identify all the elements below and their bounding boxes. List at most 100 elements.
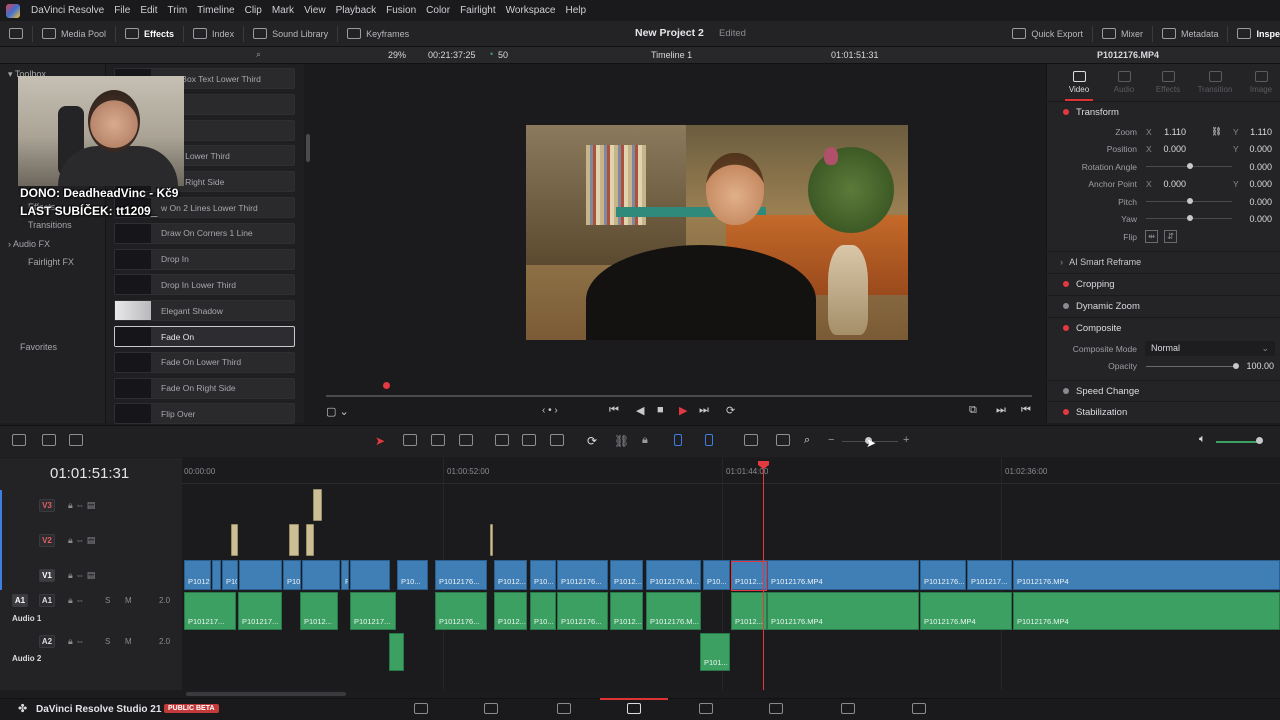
track-v2-controls-icon[interactable]: 🔒︎ ⇔ ▤ — [68, 535, 95, 546]
track-a1-solo-button[interactable]: S — [105, 596, 110, 605]
tree-item-favorites[interactable]: Favorites — [20, 342, 57, 352]
media-page-icon[interactable] — [414, 703, 428, 714]
menu-help[interactable]: Help — [560, 5, 591, 16]
enable-toggle-icon[interactable] — [1063, 109, 1069, 115]
effect-item[interactable]: Draw On Corners 1 Line — [114, 222, 295, 244]
fusion-page-icon[interactable] — [699, 703, 713, 714]
section-composite[interactable]: Composite — [1046, 317, 1280, 338]
opacity-field[interactable]: 100.00 — [1242, 361, 1274, 371]
viewer-zoom-level[interactable]: 29% — [388, 50, 406, 60]
track-a1-mute-button[interactable]: M — [125, 596, 132, 605]
anchor-y-field[interactable]: 0.000 — [1240, 179, 1272, 189]
inspector-tab-video[interactable]: Video — [1059, 71, 1099, 101]
timeline-selector[interactable]: Timeline 1 — [651, 50, 692, 60]
link-icon[interactable]: ⛓ — [1211, 126, 1222, 137]
effect-item[interactable]: Flip Over — [114, 403, 295, 425]
video-clip[interactable]: P1012... — [610, 560, 643, 590]
effect-item[interactable]: Drop In Lower Third — [114, 274, 295, 296]
audio-clip[interactable]: P101217... — [184, 592, 236, 630]
flip-horizontal-icon[interactable]: ⇹ — [1145, 230, 1159, 243]
master-volume-slider[interactable] — [1216, 441, 1260, 443]
jog-control-icon[interactable]: ‹ • › — [542, 405, 558, 416]
speaker-icon[interactable]: 🔈︎ — [1199, 433, 1206, 446]
menu-davinci-resolve[interactable]: DaVinci Resolve — [26, 5, 109, 16]
overwrite-clip-icon[interactable] — [522, 434, 536, 446]
tree-item-transitions[interactable]: Transitions — [28, 220, 72, 230]
video-clip[interactable] — [302, 560, 340, 590]
audio-clip[interactable]: P1012176.MP4 — [1013, 592, 1280, 630]
effect-item[interactable]: Fade On Lower Third — [114, 351, 295, 373]
blade-tool-icon[interactable] — [459, 434, 473, 446]
video-clip[interactable] — [212, 560, 221, 590]
section-stabilization[interactable]: Stabilization — [1046, 401, 1280, 422]
selection-tool-icon[interactable]: ➤ — [375, 434, 389, 448]
track-v3-controls-icon[interactable]: 🔒︎ ⇔ ▤ — [68, 500, 95, 511]
timeline-view-options-icon[interactable] — [12, 434, 26, 446]
linked-selection-icon[interactable]: ⛓ — [614, 434, 629, 448]
audio-clip[interactable]: P101217... — [350, 592, 396, 630]
video-clip[interactable]: P1012... — [184, 560, 211, 590]
position-x-field[interactable]: 0.000 — [1154, 144, 1186, 154]
stop-icon[interactable]: ■ — [657, 404, 664, 416]
video-clip[interactable]: P101217... — [222, 560, 238, 590]
go-to-start-icon[interactable]: ⏮ — [609, 404, 619, 417]
enable-toggle-icon[interactable] — [1063, 281, 1069, 287]
audio-clip[interactable]: P101217... — [238, 592, 282, 630]
audio-clip-a2[interactable]: P101... — [700, 633, 730, 671]
inspector-tab-audio[interactable]: Audio — [1104, 71, 1144, 94]
menu-view[interactable]: View — [299, 5, 331, 16]
track-v1-badge[interactable]: V1 — [39, 569, 55, 582]
video-clip[interactable] — [239, 560, 282, 590]
loop-icon[interactable]: ⟳ — [726, 404, 735, 417]
menu-fairlight[interactable]: Fairlight — [455, 5, 501, 16]
title-clip-v3[interactable] — [313, 489, 322, 521]
track-v3-badge[interactable]: V3 — [39, 499, 55, 512]
section-speed-change[interactable]: Speed Change — [1046, 380, 1280, 401]
video-clip[interactable]: P10... — [397, 560, 428, 590]
timeline-horizontal-scrollbar[interactable] — [186, 692, 346, 696]
disable-toggle-icon[interactable] — [1063, 303, 1069, 309]
menu-playback[interactable]: Playback — [331, 5, 382, 16]
marker-icon[interactable] — [705, 434, 713, 446]
track-a2-controls-icon[interactable]: 🔒︎ ⇔ — [68, 636, 84, 647]
disable-toggle-icon[interactable] — [1063, 388, 1069, 394]
audio-clip-a2[interactable] — [389, 633, 404, 671]
match-frame-icon[interactable]: ⧉ — [969, 404, 977, 417]
fairlight-page-icon[interactable] — [841, 703, 855, 714]
video-clip[interactable]: P1012... — [341, 560, 349, 590]
cut-page-icon[interactable] — [484, 703, 498, 714]
viewer-playhead[interactable] — [383, 382, 390, 389]
panel-toggle-button[interactable] — [0, 21, 32, 47]
video-clip[interactable]: P10... — [703, 560, 730, 590]
timeline-playhead[interactable] — [763, 462, 764, 690]
opacity-slider-knob[interactable] — [1233, 363, 1239, 369]
source-a1-badge[interactable]: A1 — [12, 594, 28, 607]
menu-file[interactable]: File — [109, 5, 135, 16]
audio-clip[interactable]: P1012176.MP4 — [920, 592, 1012, 630]
audio-clip[interactable]: P1012176.MP4 — [767, 592, 919, 630]
search-icon[interactable]: ⌕ — [256, 49, 261, 60]
menu-edit[interactable]: Edit — [135, 5, 162, 16]
rotation-field[interactable]: 0.000 — [1240, 162, 1272, 172]
pitch-slider-knob[interactable] — [1187, 198, 1193, 204]
flag-icon[interactable] — [674, 434, 682, 446]
play-icon[interactable]: ▶ — [679, 404, 687, 417]
section-ai-smart-reframe[interactable]: › AI Smart Reframe — [1046, 251, 1280, 272]
title-clip-v2[interactable] — [231, 524, 238, 556]
video-clip[interactable]: P1012176... — [920, 560, 966, 590]
effect-item[interactable]: Fade On Right Side — [114, 377, 295, 399]
menu-color[interactable]: Color — [421, 5, 455, 16]
audio-clip[interactable]: P1012... — [731, 592, 767, 630]
go-to-end-icon[interactable]: ⏭ — [699, 404, 709, 417]
tree-item-audio-fx[interactable]: › Audio FX — [8, 239, 50, 249]
audio-clip[interactable]: P1012176... — [557, 592, 608, 630]
video-frame[interactable] — [526, 125, 908, 340]
index-button[interactable]: Index — [184, 21, 243, 47]
zoom-in-icon[interactable]: + — [903, 434, 909, 446]
replace-clip-icon[interactable] — [550, 434, 564, 446]
video-clip[interactable]: P1012... — [494, 560, 527, 590]
audio-waveform-icon[interactable] — [42, 434, 56, 446]
audio-clip[interactable]: P10... — [530, 592, 556, 630]
zoom-full-icon[interactable] — [744, 434, 758, 446]
resolve-logo-icon[interactable] — [6, 3, 20, 18]
